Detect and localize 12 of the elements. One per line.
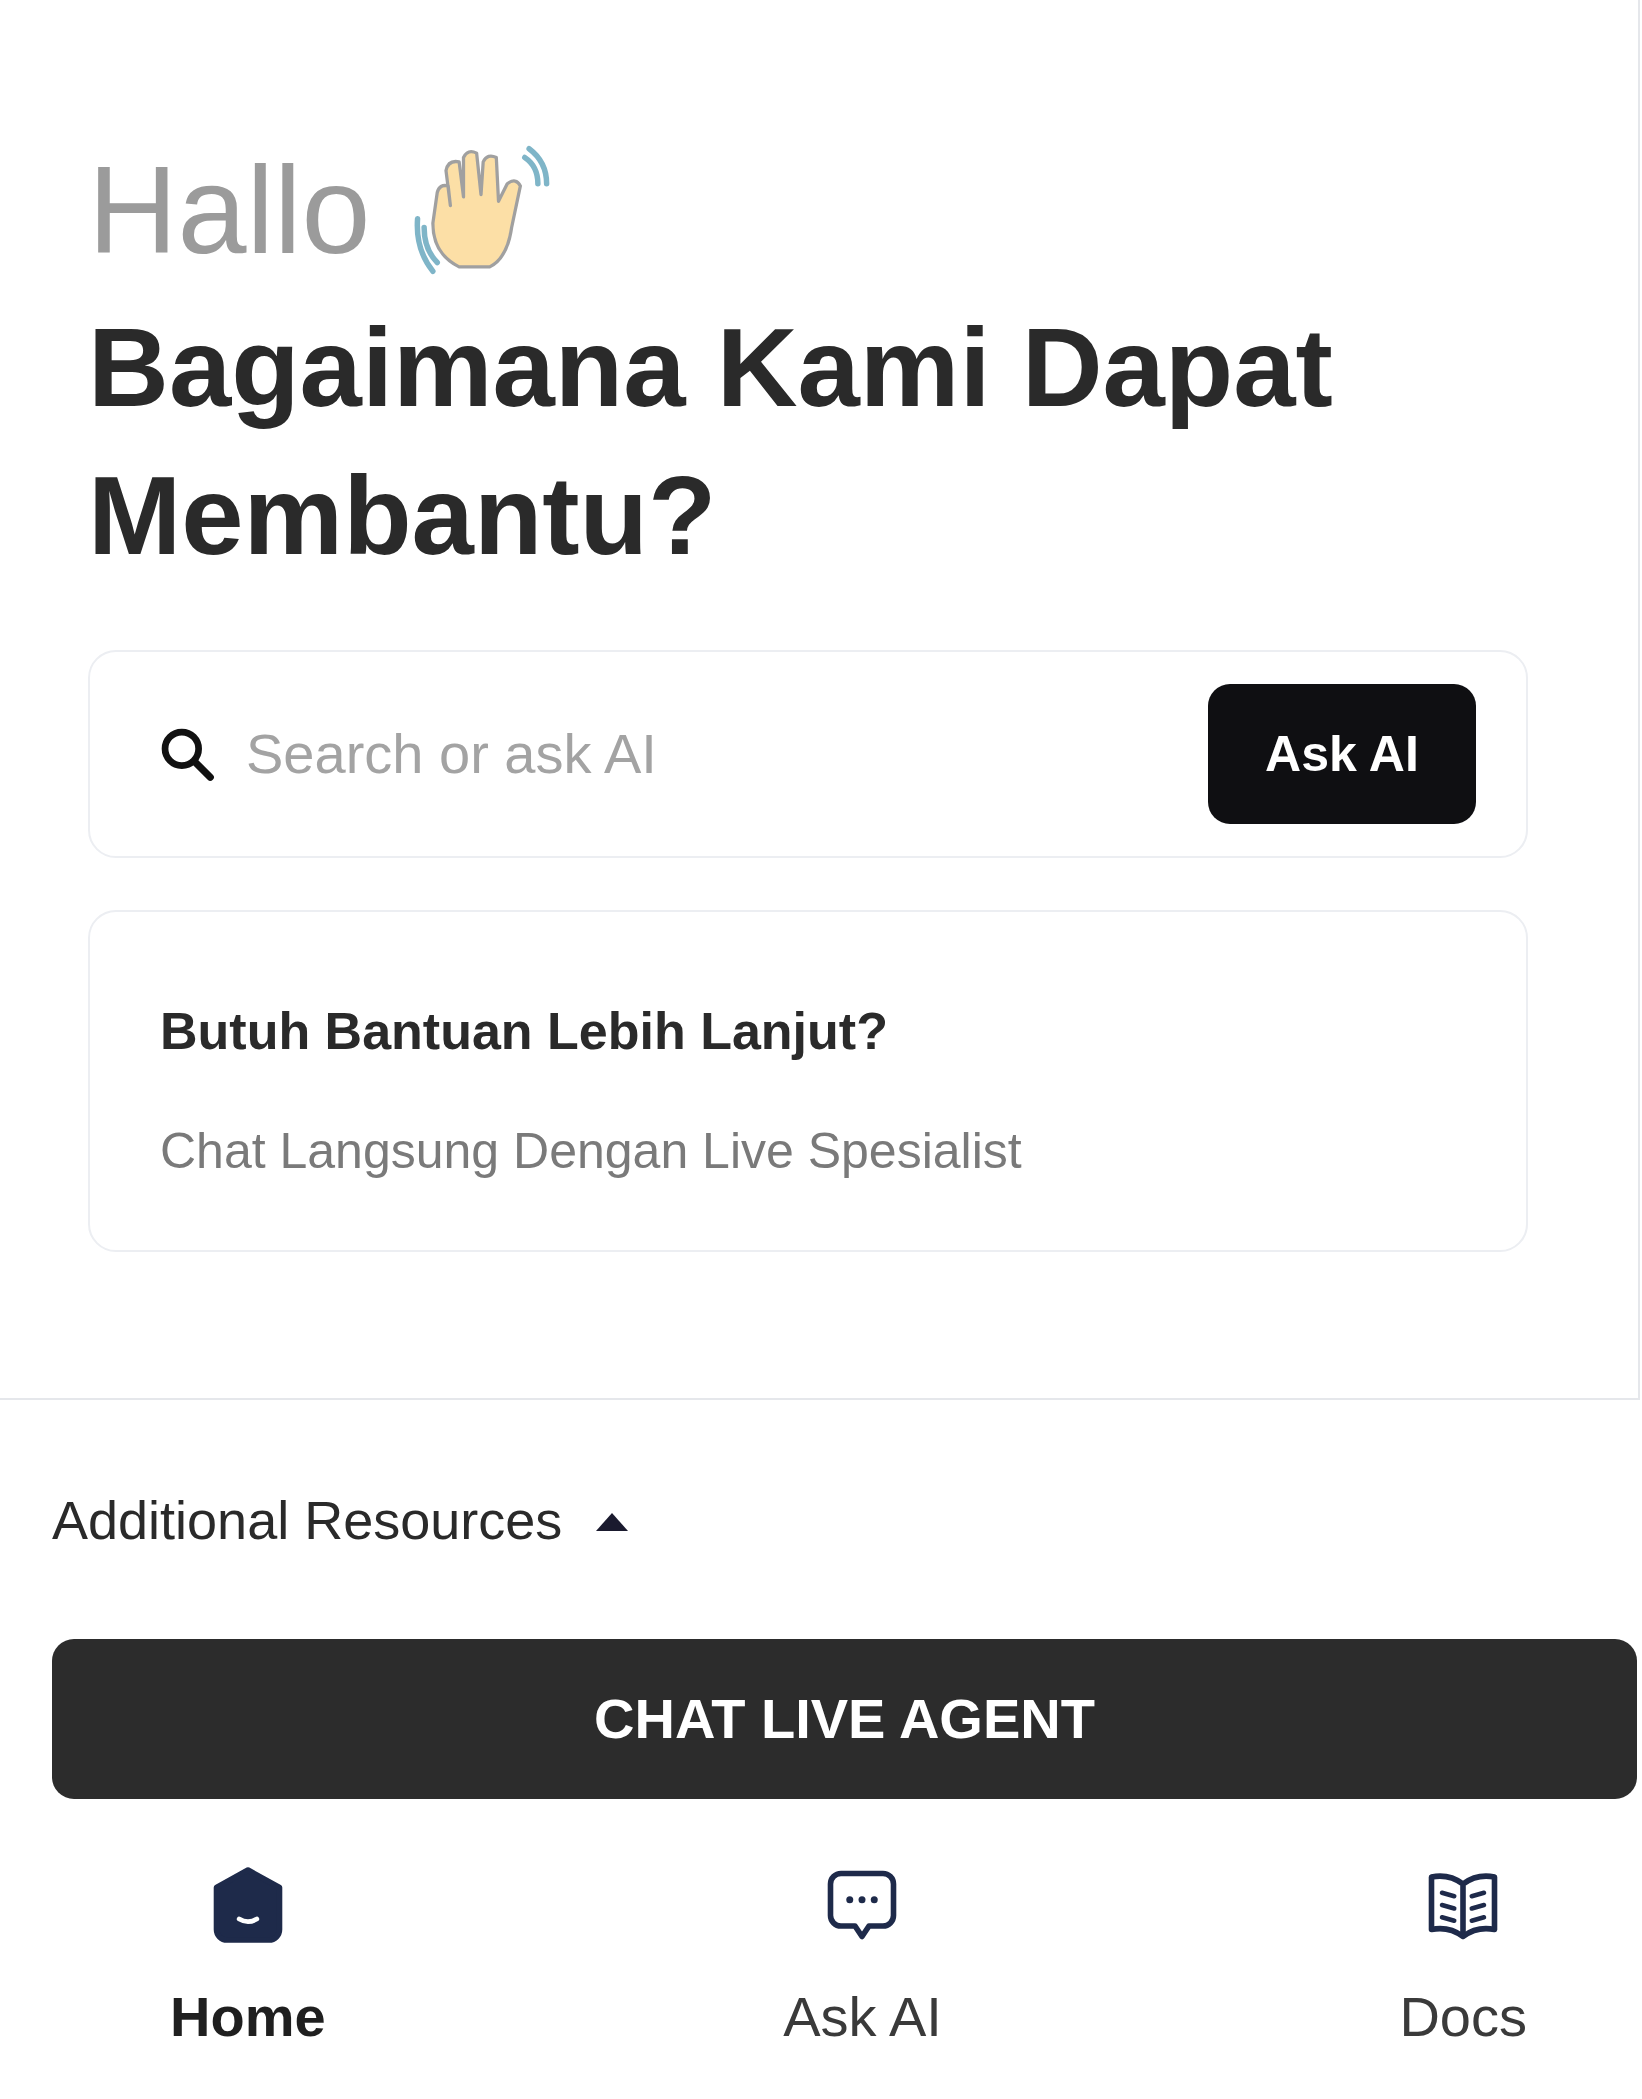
additional-resources-toggle[interactable]: Additional Resources	[52, 1480, 633, 1561]
help-card[interactable]: Butuh Bantuan Lebih Lanjut? Chat Langsung Dengan Live Spesialist	[88, 910, 1528, 1252]
chat-live-agent-button[interactable]: CHAT LIVE AGENT	[52, 1639, 1637, 1799]
search-field[interactable]: Search or ask AI Ask AI	[88, 650, 1528, 858]
nav-tab[interactable]: Docs	[1399, 1863, 1527, 2059]
nav-tab[interactable]: Ask AI	[783, 1863, 942, 2059]
nav-tab[interactable]: Home	[170, 1863, 326, 2059]
help-card-subtitle: Chat Langsung Dengan Live Spesialist	[160, 1122, 1023, 1181]
greeting-text: Hallo	[88, 145, 371, 275]
ask-ai-button[interactable]: Ask AI	[1208, 684, 1476, 824]
help-card-title: Butuh Bantuan Lebih Lanjut?	[160, 1001, 889, 1062]
page-heading: Bagaimana Kami Dapat Membantu?	[88, 304, 1334, 580]
